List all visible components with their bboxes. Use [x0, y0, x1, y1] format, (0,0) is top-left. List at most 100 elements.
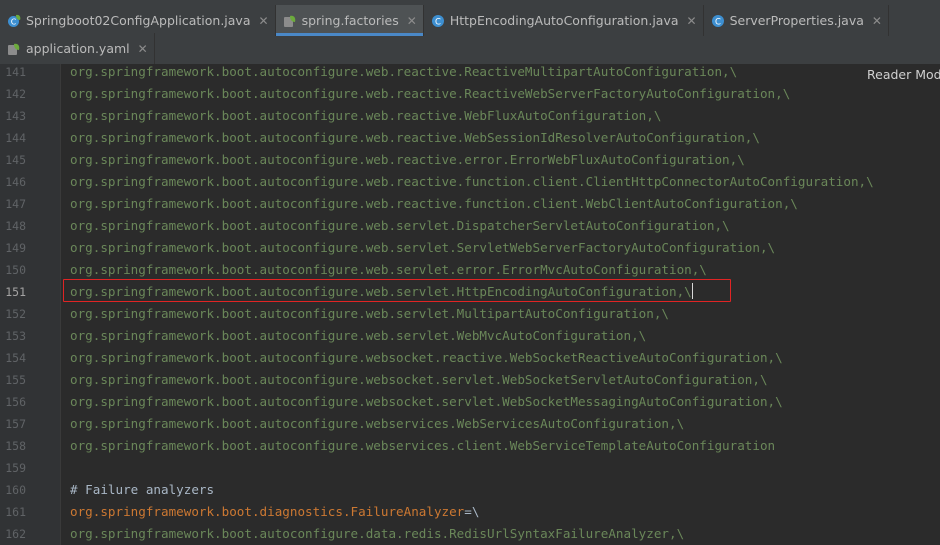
line-number: 152: [5, 307, 26, 321]
line-number: 142: [5, 87, 26, 101]
tab-label: HttpEncodingAutoConfiguration.java: [449, 13, 679, 28]
line-number: 159: [5, 461, 26, 475]
code-line: 149 org.springframework.boot.autoconfigur…: [0, 237, 940, 259]
class-icon: C: [431, 14, 445, 28]
tab-label: ServerProperties.java: [729, 13, 864, 28]
line-code: org.springframework.boot.autoconfigure.w…: [70, 83, 790, 105]
property-key: org.springframework.boot.diagnostics.Fai…: [70, 504, 465, 519]
property-value: org.springframework.boot.autoconfigure.w…: [70, 174, 874, 189]
property-value: org.springframework.boot.autoconfigure.w…: [70, 240, 776, 255]
line-code: org.springframework.boot.autoconfigure.w…: [70, 61, 737, 83]
code-line: 154 org.springframework.boot.autoconfigur…: [0, 347, 940, 369]
spring-factories-icon: [283, 14, 297, 28]
line-code: org.springframework.boot.autoconfigure.w…: [70, 259, 707, 281]
line-number: 150: [5, 263, 26, 277]
property-value: org.springframework.boot.autoconfigure.w…: [70, 108, 662, 123]
line-code: org.springframework.boot.autoconfigure.d…: [70, 523, 684, 545]
line-code: org.springframework.boot.autoconfigure.w…: [70, 413, 684, 435]
line-number: 161: [5, 505, 26, 519]
close-tab-icon[interactable]: ✕: [687, 14, 697, 28]
code-line: 155 org.springframework.boot.autoconfigur…: [0, 369, 940, 391]
close-tab-icon[interactable]: ✕: [259, 14, 269, 28]
spring-class-icon: C: [7, 14, 21, 28]
code-line: 156 org.springframework.boot.autoconfigur…: [0, 391, 940, 413]
line-code: org.springframework.boot.autoconfigure.w…: [70, 303, 669, 325]
code-line: 162 org.springframework.boot.autoconfigur…: [0, 523, 940, 545]
line-number: 157: [5, 417, 26, 431]
line-number: 156: [5, 395, 26, 409]
code-line: 159: [0, 457, 940, 479]
code-line: 158 org.springframework.boot.autoconfigur…: [0, 435, 940, 457]
line-number: 153: [5, 329, 26, 343]
code-line: 150 org.springframework.boot.autoconfigur…: [0, 259, 940, 281]
property-value: org.springframework.boot.autoconfigure.w…: [70, 218, 730, 233]
tab-label: spring.factories: [301, 13, 399, 28]
property-value: org.springframework.boot.autoconfigure.w…: [70, 416, 685, 431]
line-code: org.springframework.boot.autoconfigure.w…: [70, 391, 783, 413]
tab-label: application.yaml: [26, 41, 130, 56]
code-line: 161 org.springframework.boot.diagnostics.…: [0, 501, 940, 523]
property-value: org.springframework.boot.autoconfigure.w…: [70, 152, 745, 167]
line-code: org.springframework.boot.autoconfigure.w…: [70, 325, 646, 347]
yaml-icon: [7, 42, 21, 56]
code-line: 144 org.springframework.boot.autoconfigur…: [0, 127, 940, 149]
line-code: org.springframework.boot.autoconfigure.w…: [70, 369, 768, 391]
property-value: org.springframework.boot.autoconfigure.d…: [70, 526, 685, 541]
tab-row-2: application.yaml ✕: [0, 33, 155, 64]
line-code: org.springframework.boot.autoconfigure.w…: [70, 127, 760, 149]
property-value: org.springframework.boot.autoconfigure.w…: [70, 64, 738, 79]
property-separator: =\: [464, 504, 480, 519]
close-tab-icon[interactable]: ✕: [407, 14, 417, 28]
comment-text: # Failure analyzers: [70, 482, 215, 497]
property-value: org.springframework.boot.autoconfigure.w…: [70, 372, 768, 387]
property-value: org.springframework.boot.autoconfigure.w…: [70, 196, 798, 211]
line-number: 148: [5, 219, 26, 233]
close-tab-icon[interactable]: ✕: [872, 14, 882, 28]
property-value: org.springframework.boot.autoconfigure.w…: [70, 350, 783, 365]
line-code: org.springframework.boot.autoconfigure.w…: [70, 435, 775, 457]
tab-label: Springboot02ConfigApplication.java: [26, 13, 251, 28]
property-value: org.springframework.boot.autoconfigure.w…: [70, 130, 760, 145]
line-number: 149: [5, 241, 26, 255]
property-value: org.springframework.boot.autoconfigure.w…: [70, 86, 791, 101]
code-line: 142 org.springframework.boot.autoconfigur…: [0, 83, 940, 105]
line-number: 147: [5, 197, 26, 211]
code-line: 143 org.springframework.boot.autoconfigur…: [0, 105, 940, 127]
line-number: 158: [5, 439, 26, 453]
reader-mode-button[interactable]: Reader Mod: [867, 67, 940, 82]
property-value: org.springframework.boot.autoconfigure.w…: [70, 262, 707, 277]
tab-serverproperties-java[interactable]: C ServerProperties.java ✕: [704, 5, 889, 36]
tab-httpencodingautoconfiguration-java[interactable]: C HttpEncodingAutoConfiguration.java ✕: [424, 5, 704, 36]
tab-row-1: C Springboot02ConfigApplication.java ✕ spri…: [0, 5, 889, 36]
close-tab-icon[interactable]: ✕: [138, 42, 148, 56]
class-icon: C: [711, 14, 725, 28]
line-code: org.springframework.boot.autoconfigure.w…: [70, 215, 730, 237]
tab-application-yaml[interactable]: application.yaml ✕: [0, 33, 155, 64]
line-number: 144: [5, 131, 26, 145]
code-line: 148 org.springframework.boot.autoconfigur…: [0, 215, 940, 237]
code-line: 152 org.springframework.boot.autoconfigur…: [0, 303, 940, 325]
tab-springboot02configapplication-java[interactable]: C Springboot02ConfigApplication.java ✕: [0, 5, 276, 36]
code-line: 145 org.springframework.boot.autoconfigur…: [0, 149, 940, 171]
line-code: org.springframework.boot.autoconfigure.w…: [70, 149, 745, 171]
line-code: org.springframework.boot.diagnostics.Fai…: [70, 501, 479, 523]
svg-text:C: C: [715, 17, 721, 27]
line-code: org.springframework.boot.autoconfigure.w…: [70, 193, 798, 215]
line-code: org.springframework.boot.autoconfigure.w…: [70, 347, 783, 369]
svg-text:C: C: [435, 17, 441, 27]
line-number: 151: [5, 285, 26, 299]
line-number: 143: [5, 109, 26, 123]
line-number: 155: [5, 373, 26, 387]
tab-spring-factories[interactable]: spring.factories ✕: [275, 5, 424, 36]
line-number: 146: [5, 175, 26, 189]
line-number: 141: [5, 65, 26, 79]
code-editor[interactable]: 141 org.springframework.boot.autoconfigur…: [0, 64, 940, 545]
property-value: org.springframework.boot.autoconfigure.w…: [70, 306, 669, 321]
code-line: 147 org.springframework.boot.autoconfigur…: [0, 193, 940, 215]
editor-tab-bar: C Springboot02ConfigApplication.java ✕ spri…: [0, 0, 940, 64]
line-code: # Failure analyzers: [70, 479, 214, 501]
line-number: 162: [5, 527, 26, 541]
highlighted-line-box: [63, 279, 731, 302]
line-number: 154: [5, 351, 26, 365]
svg-text:C: C: [11, 17, 17, 26]
